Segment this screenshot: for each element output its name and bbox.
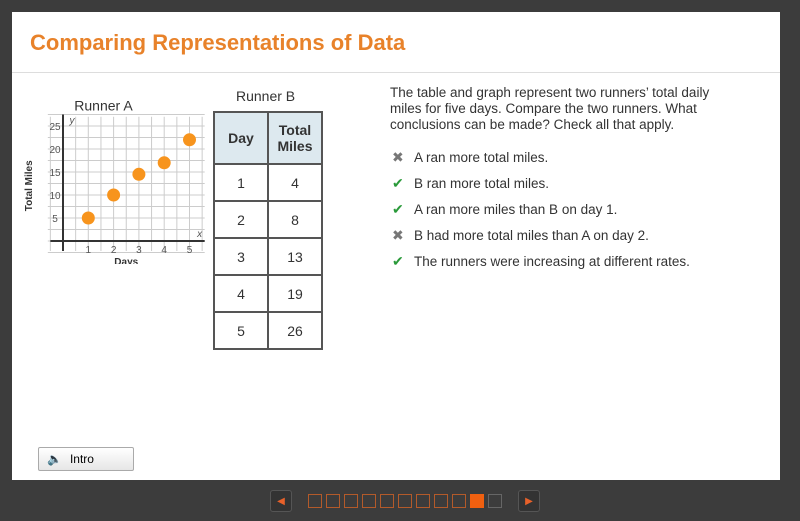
table-cell: 4 [267, 163, 323, 202]
x-axis-label: Days [114, 257, 138, 264]
y-tick-label: 10 [49, 191, 61, 202]
x-tick-label: 1 [86, 245, 92, 256]
table-row: 28 [213, 200, 323, 239]
x-tick-label: 3 [136, 245, 142, 256]
table-cell: 2 [213, 200, 269, 239]
check-icon: ✔ [392, 253, 404, 269]
page-indicator[interactable] [434, 494, 448, 508]
chart-title: Runner A [74, 98, 133, 114]
page-indicator[interactable] [344, 494, 358, 508]
x-tick-label: 5 [187, 245, 193, 256]
table-row: 14 [213, 163, 323, 202]
table-cell: 26 [267, 311, 323, 350]
option-label: A ran more total miles. [414, 150, 549, 165]
table-cell: 3 [213, 237, 269, 276]
page-indicator[interactable] [452, 494, 466, 508]
table-cell: 1 [213, 163, 269, 202]
x-axis-variable: x [196, 229, 203, 240]
page-indicator[interactable] [470, 494, 484, 508]
intro-button[interactable]: 🔈 Intro [38, 447, 134, 471]
page-indicator[interactable] [362, 494, 376, 508]
divider [12, 72, 780, 73]
data-point [81, 211, 95, 225]
data-point [157, 156, 171, 170]
pager: ◀ ▶ [258, 490, 552, 512]
runner-a-chart: 1 2 3 4 5 5 10 15 20 25 y x Days Total Miles Runner A [24, 98, 205, 264]
table-row: 4 19 [213, 274, 323, 313]
lesson-panel: Comparing Representations of Data 123455… [12, 12, 780, 480]
prev-page-button[interactable]: ◀ [270, 490, 292, 512]
option-label: B ran more total miles. [414, 176, 550, 191]
table-cell: 13 [267, 237, 323, 276]
runner-b-table: Day Total Miles 1 4 2 8 3 13 4 19 5 26 [213, 111, 323, 350]
check-icon: ✔ [392, 201, 404, 217]
page-indicator[interactable] [308, 494, 322, 508]
page-indicator[interactable] [380, 494, 394, 508]
y-tick-label: 15 [49, 168, 61, 179]
page-indicator[interactable] [326, 494, 340, 508]
answer-option[interactable]: ✔ The runners were increasing at differen… [392, 253, 690, 270]
table-header: Total Miles [267, 111, 323, 165]
option-label: B had more total miles than A on day 2. [414, 228, 649, 243]
page-title: Comparing Representations of Data [30, 30, 406, 55]
intro-label: Intro [69, 452, 94, 466]
option-label: The runners were increasing at different… [414, 254, 690, 269]
y-axis-variable: y [69, 115, 76, 126]
y-tick-label: 5 [52, 214, 58, 225]
speaker-icon: 🔈 [47, 452, 62, 466]
table-cell: 8 [267, 200, 323, 239]
answer-option[interactable]: ✔ B ran more total miles. [392, 175, 549, 192]
answer-option[interactable]: ✔ A ran more miles than B on day 1. [392, 201, 617, 218]
next-page-button[interactable]: ▶ [518, 490, 540, 512]
page-indicator[interactable] [488, 494, 502, 508]
data-point [107, 188, 121, 202]
table-row: 3 13 [213, 237, 323, 276]
answer-option[interactable]: ✖ A ran more total miles. [392, 149, 548, 166]
data-point [183, 133, 196, 147]
table-title: Runner B [236, 88, 296, 104]
page-indicator[interactable] [416, 494, 430, 508]
y-tick-label: 25 [49, 122, 61, 133]
data-point [132, 167, 146, 181]
table-header: Day [213, 111, 269, 165]
y-tick-label: 20 [49, 145, 61, 156]
x-icon: ✖ [392, 227, 404, 243]
question-text: The table and graph represent two runner… [390, 85, 710, 132]
table-cell: 19 [267, 274, 323, 313]
x-tick-label: 4 [161, 245, 167, 256]
y-axis-label: Total Miles [24, 160, 35, 211]
x-icon: ✖ [392, 149, 404, 165]
page-indicator[interactable] [398, 494, 412, 508]
check-icon: ✔ [392, 175, 404, 191]
table-cell: 5 [213, 311, 269, 350]
table-cell: 4 [213, 274, 269, 313]
option-label: A ran more miles than B on day 1. [414, 202, 618, 217]
table-row: 5 26 [213, 311, 323, 350]
answer-option[interactable]: ✖ B had more total miles than A on day 2. [392, 227, 649, 244]
x-tick-label: 2 [111, 245, 117, 256]
